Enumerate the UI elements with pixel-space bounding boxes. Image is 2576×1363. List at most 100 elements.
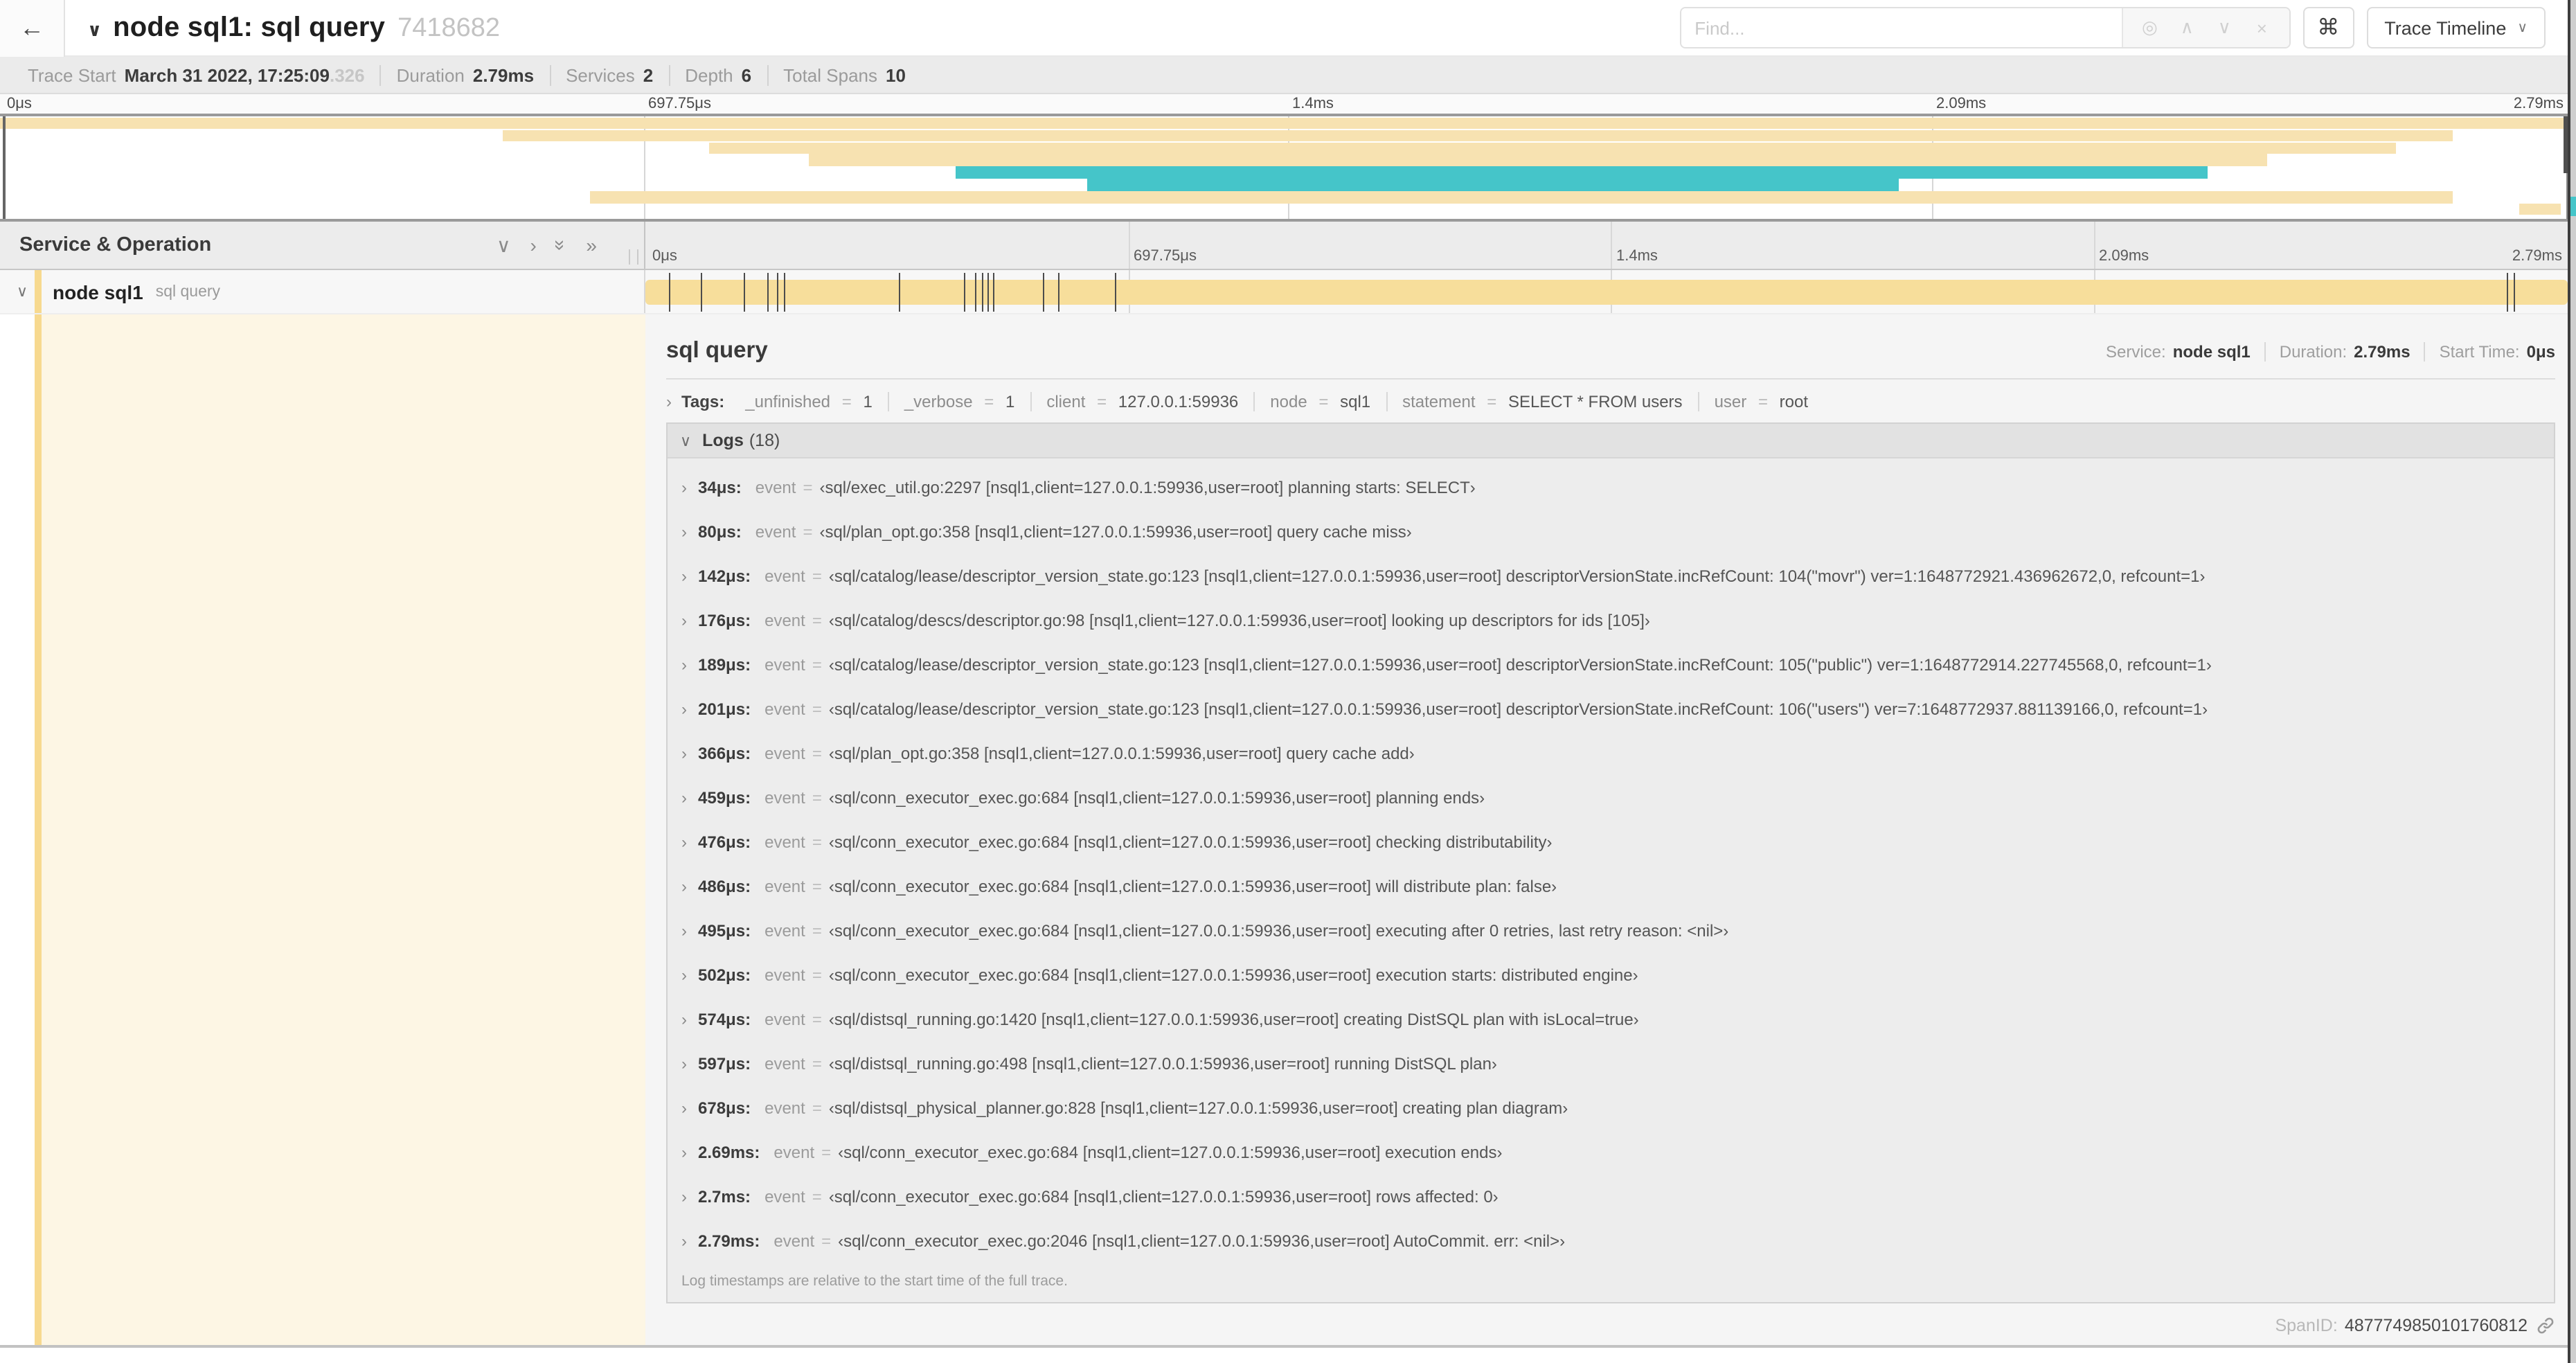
log-message: ‹sql/conn_executor_exec.go:684 [nsql1,cl… [828,965,1638,985]
scrollbar-teal-marker [2570,197,2576,216]
trace-view-selector[interactable]: Trace Timeline ∨ [2366,7,2546,48]
log-entry[interactable]: › 189μs: event = ‹sql/catalog/lease/desc… [668,643,2554,687]
tag-key: statement [1402,392,1476,411]
log-entry[interactable]: › 34μs: event = ‹sql/exec_util.go:2297 [… [668,465,2554,510]
clear-search-icon[interactable]: × [2243,17,2280,38]
log-tick-mark[interactable] [981,273,983,312]
tag-item: _verbose = 1 [887,392,1030,411]
minimap-left-scrubber[interactable] [3,116,6,219]
expand-one-icon[interactable]: › [530,234,536,256]
tag-equals: = [1318,392,1329,411]
locate-icon[interactable]: ◎ [2131,17,2168,39]
logs-chevron-down-icon: ∨ [680,433,692,449]
keyboard-shortcuts-button[interactable]: ⌘ [2302,7,2354,48]
span-id-row: SpanID: 4877749850101760812 [666,1306,2555,1345]
log-tick-mark[interactable] [992,273,994,312]
log-message: ‹sql/conn_executor_exec.go:2046 [nsql1,c… [838,1231,1566,1251]
log-entry[interactable]: › 502μs: event = ‹sql/conn_executor_exec… [668,953,2554,997]
log-entry[interactable]: › 678μs: event = ‹sql/distsql_physical_p… [668,1086,2554,1130]
chevron-down-icon: ∨ [2517,20,2528,35]
command-icon: ⌘ [2317,17,2340,40]
service-color-strip [35,270,41,313]
log-tick-mark[interactable] [898,273,900,312]
log-tick-mark[interactable] [744,273,746,312]
tag-key: _verbose [904,392,973,411]
log-timestamp: 678μs: [698,1098,751,1118]
log-entry[interactable]: › 574μs: event = ‹sql/distsql_running.go… [668,997,2554,1042]
back-button[interactable]: ← [0,0,65,56]
trace-minimap[interactable] [0,114,2576,222]
log-tick-mark[interactable] [776,273,778,312]
logs-header[interactable]: ∨ Logs (18) [668,424,2554,458]
divider [666,378,2555,380]
jaeger-trace-timeline-page: ← ∨ node sql1: sql query 7418682 ◎ ∧ ∨ ×… [0,0,2576,1363]
meta-label: Service: [2106,342,2166,362]
next-result-icon[interactable]: ∨ [2206,17,2243,39]
log-tick-mark[interactable] [2514,273,2516,312]
log-entry[interactable]: › 459μs: event = ‹sql/conn_executor_exec… [668,776,2554,820]
deep-link-icon[interactable] [2536,1316,2555,1335]
span-duration-bar[interactable] [645,280,2568,305]
tag-key: _unfinished [745,392,831,411]
log-tick-mark[interactable] [1043,273,1045,312]
column-resize-grip[interactable] [629,249,638,265]
log-tick-mark[interactable] [784,273,786,312]
log-field-name: event [764,1098,805,1118]
log-entry[interactable]: › 366μs: event = ‹sql/plan_opt.go:358 [n… [668,731,2554,776]
log-tick-mark[interactable] [767,273,769,312]
collapse-all-icon[interactable]: » [551,240,573,251]
log-entry[interactable]: › 80μs: event = ‹sql/plan_opt.go:358 [ns… [668,510,2554,554]
log-tick-mark[interactable] [964,273,965,312]
span-row[interactable]: ∨ node sql1 sql query [0,270,2576,314]
span-id-value: 4877749850101760812 [2344,1316,2528,1335]
span-operation-name: sql query [155,283,221,300]
log-entry[interactable]: › 2.69ms: event = ‹sql/conn_executor_exe… [668,1130,2554,1175]
find-group: ◎ ∧ ∨ × [1679,7,2291,48]
log-tick-mark[interactable] [987,273,989,312]
log-entry[interactable]: › 486μs: event = ‹sql/conn_executor_exec… [668,864,2554,909]
log-tick-mark[interactable] [2506,273,2508,312]
log-tick-mark[interactable] [701,273,703,312]
collapse-one-icon[interactable]: ∨ [497,233,511,257]
meta-value: node sql1 [2172,342,2251,362]
minimap-tick: 1.4ms [1292,96,1334,112]
log-entry[interactable]: › 201μs: event = ‹sql/catalog/lease/desc… [668,687,2554,731]
tag-value: root [1779,392,1809,411]
tag-item: node = sql1 [1253,392,1386,411]
log-timestamp: 142μs: [698,567,751,586]
log-timestamp: 80μs: [698,522,742,542]
log-field-name: event [773,1231,815,1251]
tags-row[interactable]: › Tags: _unfinished = 1 _verbose = 1 cli… [666,392,2555,411]
log-field-name: event [764,744,805,763]
log-tick-mark[interactable] [1058,273,1060,312]
title-chevron-down-icon[interactable]: ∨ [87,19,102,41]
log-tick-mark[interactable] [975,273,977,312]
log-entry[interactable]: › 495μs: event = ‹sql/conn_executor_exec… [668,909,2554,953]
log-chevron-right-icon: › [681,744,687,763]
span-row-name-column[interactable]: ∨ node sql1 sql query [0,270,645,313]
log-equals: = [812,1054,822,1074]
prev-result-icon[interactable]: ∧ [2168,17,2206,39]
expand-all-icon[interactable]: » [586,234,597,256]
log-entry[interactable]: › 597μs: event = ‹sql/distsql_running.go… [668,1042,2554,1086]
log-entry[interactable]: › 2.7ms: event = ‹sql/conn_executor_exec… [668,1175,2554,1219]
log-entry[interactable]: › 476μs: event = ‹sql/conn_executor_exec… [668,820,2554,864]
log-entry[interactable]: › 2.79ms: event = ‹sql/conn_executor_exe… [668,1219,2554,1263]
log-timestamp: 176μs: [698,611,751,630]
log-tick-mark[interactable] [1114,273,1116,312]
tags-chevron-right-icon[interactable]: › [666,392,672,411]
log-timestamp: 502μs: [698,965,751,985]
log-entry[interactable]: › 176μs: event = ‹sql/catalog/descs/desc… [668,598,2554,643]
find-input[interactable] [1681,8,2122,47]
page-scrollbar[interactable] [2568,0,2576,1363]
log-entry[interactable]: › 142μs: event = ‹sql/catalog/lease/desc… [668,554,2554,598]
log-timestamp: 486μs: [698,877,751,896]
ruler-tick: 2.79ms [2512,248,2562,265]
log-chevron-right-icon: › [681,1098,687,1118]
log-tick-mark[interactable] [668,273,670,312]
span-children-chevron-down-icon[interactable]: ∨ [17,283,28,301]
log-message: ‹sql/catalog/lease/descriptor_version_st… [828,700,2208,719]
tag-item: statement = SELECT * FROM users [1386,392,1697,411]
log-equals: = [812,1187,822,1206]
span-row-track[interactable] [645,270,2576,313]
